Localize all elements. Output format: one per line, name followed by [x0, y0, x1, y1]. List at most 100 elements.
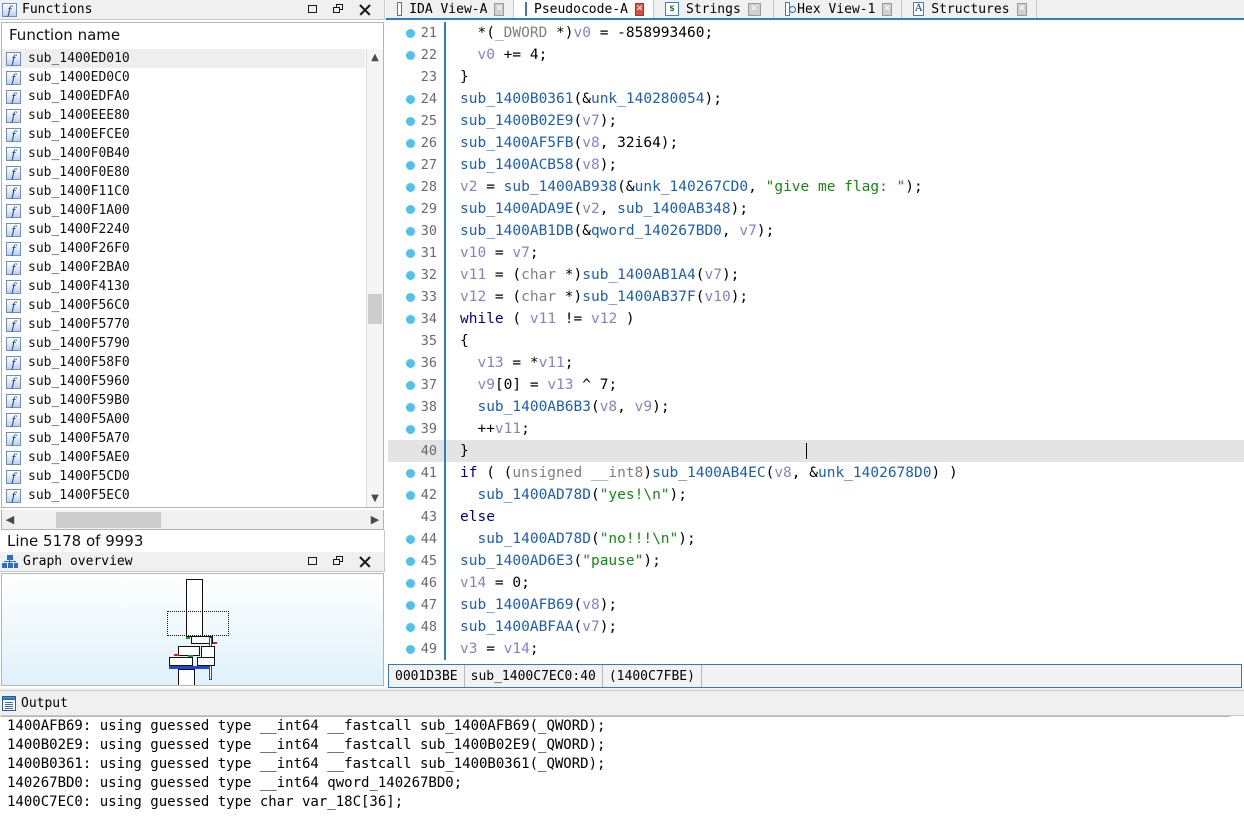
line-marker-icon[interactable] — [406, 513, 415, 522]
functions-vertical-scrollbar[interactable]: ▲ ▼ — [366, 49, 383, 507]
function-list-item[interactable]: f sub_1400F0E80 — [2, 163, 365, 182]
pseudocode-line[interactable]: 39 ++v11; — [388, 418, 1244, 440]
line-marker-icon[interactable] — [405, 358, 415, 368]
line-gutter[interactable]: 45 — [388, 553, 444, 569]
line-marker-icon[interactable] — [405, 292, 415, 302]
line-gutter[interactable]: 38 — [388, 399, 444, 415]
line-marker-icon[interactable] — [405, 28, 415, 38]
pseudocode-line[interactable]: 30 sub_1400AB1DB(&qword_140267BD0, v7); — [388, 220, 1244, 242]
scroll-down-icon[interactable]: ▼ — [367, 490, 383, 507]
function-list-item[interactable]: f sub_1400ED010 — [2, 49, 365, 68]
hscrollbar-thumb[interactable] — [56, 511, 161, 528]
pseudocode-line[interactable]: 22 v0 += 4; — [388, 44, 1244, 66]
line-marker-icon[interactable] — [405, 248, 415, 258]
pseudocode-line[interactable]: 21 *(_DWORD *)v0 = -858993460; — [388, 22, 1244, 44]
line-marker-icon[interactable] — [405, 138, 415, 148]
line-marker-icon[interactable] — [405, 556, 415, 566]
functions-list[interactable]: f sub_1400ED010 f sub_1400ED0C0 f sub_1400EDF… — [2, 49, 365, 507]
line-gutter[interactable]: 34 — [388, 311, 444, 327]
line-marker-icon[interactable] — [406, 73, 415, 82]
line-gutter[interactable]: 43 — [388, 509, 444, 525]
graph-viewport-selection[interactable] — [167, 611, 229, 636]
float-icon[interactable] — [333, 3, 346, 16]
line-gutter[interactable]: 41 — [388, 465, 444, 481]
pseudocode-line[interactable]: 23} — [388, 66, 1244, 88]
hscroll-track[interactable] — [18, 511, 367, 529]
line-gutter[interactable]: 49 — [388, 641, 444, 657]
function-list-item[interactable]: f sub_1400F59B0 — [2, 391, 365, 410]
function-list-item[interactable]: f sub_1400F1A00 — [2, 201, 365, 220]
line-gutter[interactable]: 44 — [388, 531, 444, 547]
tab-close-icon[interactable]: ✕ — [634, 2, 645, 16]
line-gutter[interactable]: 22 — [388, 47, 444, 63]
function-list-item[interactable]: f sub_1400EDFA0 — [2, 87, 365, 106]
line-gutter[interactable]: 39 — [388, 421, 444, 437]
line-marker-icon[interactable] — [405, 94, 415, 104]
float-icon[interactable] — [333, 555, 346, 568]
output-log[interactable]: 1400AFB69: using guessed type __int64 __… — [1, 716, 1243, 820]
tab-pseudocode-a[interactable]: Pseudocode-A ✕ — [514, 0, 654, 18]
pseudocode-line[interactable]: 49 v3 = v14; — [388, 638, 1244, 660]
restore-icon[interactable] — [307, 3, 320, 16]
pseudocode-line[interactable]: 27 sub_1400ACB58(v8); — [388, 154, 1244, 176]
line-marker-icon[interactable] — [405, 204, 415, 214]
editor-tabbar[interactable]: IDA View-A ✕ Pseudocode-A ✕ s Strings ✕ Hex Vie… — [386, 0, 1244, 20]
tab-strings[interactable]: s Strings ✕ — [654, 0, 774, 18]
pseudocode-line[interactable]: 33 v12 = (char *)sub_1400AB37F(v10); — [388, 286, 1244, 308]
line-gutter[interactable]: 37 — [388, 377, 444, 393]
pseudocode-line[interactable]: 25 sub_1400B02E9(v7); — [388, 110, 1244, 132]
pseudocode-line[interactable]: 45 sub_1400AD6E3("pause"); — [388, 550, 1244, 572]
function-list-item[interactable]: f sub_1400EFCE0 — [2, 125, 365, 144]
function-list-item[interactable]: f sub_1400F5960 — [2, 372, 365, 391]
line-gutter[interactable]: 29 — [388, 201, 444, 217]
pseudocode-line[interactable]: 40} — [388, 440, 1244, 462]
function-list-item[interactable]: f sub_1400F56C0 — [2, 296, 365, 315]
function-list-item[interactable]: f sub_1400F2BA0 — [2, 258, 365, 277]
functions-column-header[interactable]: Function name — [2, 23, 383, 49]
line-gutter[interactable]: 48 — [388, 619, 444, 635]
function-list-item[interactable]: f sub_1400F5CD0 — [2, 467, 365, 486]
line-gutter[interactable]: 32 — [388, 267, 444, 283]
line-marker-icon[interactable] — [405, 314, 415, 324]
function-list-item[interactable]: f sub_1400F26F0 — [2, 239, 365, 258]
close-icon[interactable] — [359, 555, 372, 568]
pseudocode-line[interactable]: 47 sub_1400AFB69(v8); — [388, 594, 1244, 616]
line-gutter[interactable]: 35 — [388, 333, 444, 349]
line-marker-icon[interactable] — [405, 468, 415, 478]
function-list-item[interactable]: f sub_1400F0B40 — [2, 144, 365, 163]
pseudocode-line[interactable]: 41 if ( (unsigned __int8)sub_1400AB4EC(v8… — [388, 462, 1244, 484]
function-list-item[interactable]: f sub_1400F5AE0 — [2, 448, 365, 467]
line-gutter[interactable]: 25 — [388, 113, 444, 129]
pseudocode-line[interactable]: 29 sub_1400ADA9E(v2, sub_1400AB348); — [388, 198, 1244, 220]
line-gutter[interactable]: 47 — [388, 597, 444, 613]
scroll-left-icon[interactable]: ◀ — [2, 513, 18, 526]
pseudocode-line[interactable]: 34 while ( v11 != v12 ) — [388, 308, 1244, 330]
pseudocode-line[interactable]: 35 { — [388, 330, 1244, 352]
pseudocode-line[interactable]: 46 v14 = 0; — [388, 572, 1244, 594]
line-gutter[interactable]: 46 — [388, 575, 444, 591]
line-marker-icon[interactable] — [405, 402, 415, 412]
pseudocode-line[interactable]: 42 sub_1400AD78D("yes!\n"); — [388, 484, 1244, 506]
tab-hex-view-1[interactable]: Hex View-1 ✕ — [774, 0, 902, 18]
line-gutter[interactable]: 26 — [388, 135, 444, 151]
restore-icon[interactable] — [307, 555, 320, 568]
scrollbar-thumb[interactable] — [368, 294, 382, 324]
pseudocode-line[interactable]: 26 sub_1400AF5FB(v8, 32i64); — [388, 132, 1244, 154]
scroll-right-icon[interactable]: ▶ — [367, 513, 383, 526]
line-gutter[interactable]: 28 — [388, 179, 444, 195]
tab-close-icon[interactable]: ✕ — [882, 2, 892, 16]
line-gutter[interactable]: 40 — [388, 443, 444, 459]
line-gutter[interactable]: 23 — [388, 69, 444, 85]
pseudocode-line[interactable]: 32 v11 = (char *)sub_1400AB1A4(v7); — [388, 264, 1244, 286]
line-marker-icon[interactable] — [405, 160, 415, 170]
pseudocode-line[interactable]: 48 sub_1400ABFAA(v7); — [388, 616, 1244, 638]
pseudocode-line[interactable]: 36 v13 = *v11; — [388, 352, 1244, 374]
function-list-item[interactable]: f sub_1400EEE80 — [2, 106, 365, 125]
line-marker-icon[interactable] — [406, 447, 415, 456]
line-marker-icon[interactable] — [405, 578, 415, 588]
line-marker-icon[interactable] — [405, 644, 415, 654]
line-gutter[interactable]: 33 — [388, 289, 444, 305]
line-gutter[interactable]: 31 — [388, 245, 444, 261]
line-marker-icon[interactable] — [405, 226, 415, 236]
line-marker-icon[interactable] — [405, 490, 415, 500]
